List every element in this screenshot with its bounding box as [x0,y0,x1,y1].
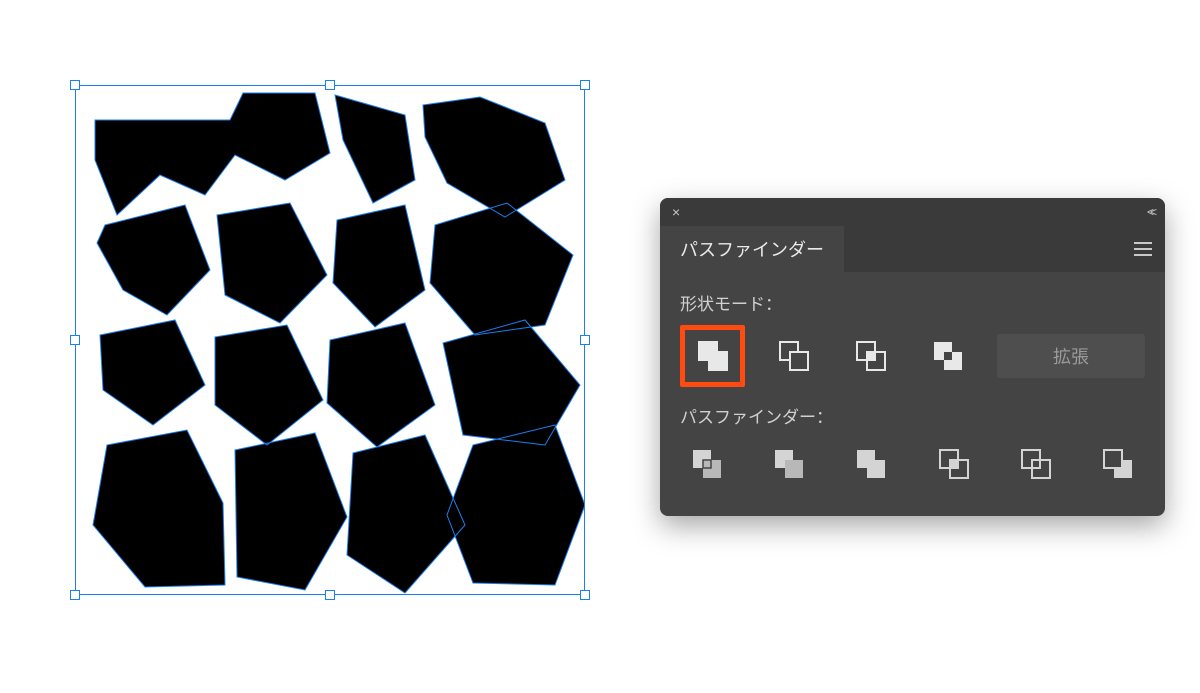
outline-icon [1021,449,1051,479]
expand-button[interactable]: 拡張 [997,334,1145,378]
selection-handle-middle-right[interactable] [580,335,590,345]
shape-mode-minus-front-button[interactable] [765,330,822,382]
selection-handle-bottom-middle[interactable] [325,590,335,600]
artboard-selection[interactable] [75,85,585,595]
shape-modes-label: 形状モード： [680,290,1145,315]
pathfinder-divide-button[interactable] [680,438,734,490]
pathfinder-row [680,438,1145,490]
selection-bounding-box [75,85,585,595]
pathfinder-crop-button[interactable] [927,438,981,490]
divide-icon [692,449,722,479]
selection-handle-top-middle[interactable] [325,80,335,90]
crop-icon [939,449,969,479]
pathfinder-outline-button[interactable] [1009,438,1063,490]
panel-menu-button[interactable] [1121,226,1165,272]
shape-mode-exclude-button[interactable] [920,330,977,382]
shape-mode-unite-button[interactable] [680,325,745,387]
panel-collapse-icon[interactable]: << [1147,205,1153,219]
selection-handle-top-right[interactable] [580,80,590,90]
panel-body: 形状モード： [660,272,1165,516]
selection-handle-middle-left[interactable] [70,335,80,345]
tab-pathfinder[interactable]: パスファインダー [660,226,844,272]
pathfinder-minus-back-button[interactable] [1091,438,1145,490]
merge-icon [856,449,886,479]
intersect-icon [856,341,886,371]
pathfinder-label: パスファインダー： [680,403,1145,428]
selection-handle-top-left[interactable] [70,80,80,90]
pathfinder-merge-button[interactable] [844,438,898,490]
shape-modes-row: 拡張 [680,325,1145,387]
shape-mode-intersect-button[interactable] [843,330,900,382]
panel-close-icon[interactable]: × [672,205,680,219]
panel-topbar: × << [660,198,1165,226]
trim-icon [774,449,804,479]
pathfinder-trim-button[interactable] [762,438,816,490]
pathfinder-panel: × << パスファインダー 形状モード： [660,198,1165,516]
exclude-icon [933,341,963,371]
minus-front-icon [779,341,809,371]
selection-handle-bottom-right[interactable] [580,590,590,600]
unite-icon [696,339,730,373]
panel-tabbar-spacer [844,226,1121,272]
panel-tabbar: パスファインダー [660,226,1165,272]
selection-handle-bottom-left[interactable] [70,590,80,600]
hamburger-icon [1134,248,1152,250]
minus-back-icon [1103,449,1133,479]
